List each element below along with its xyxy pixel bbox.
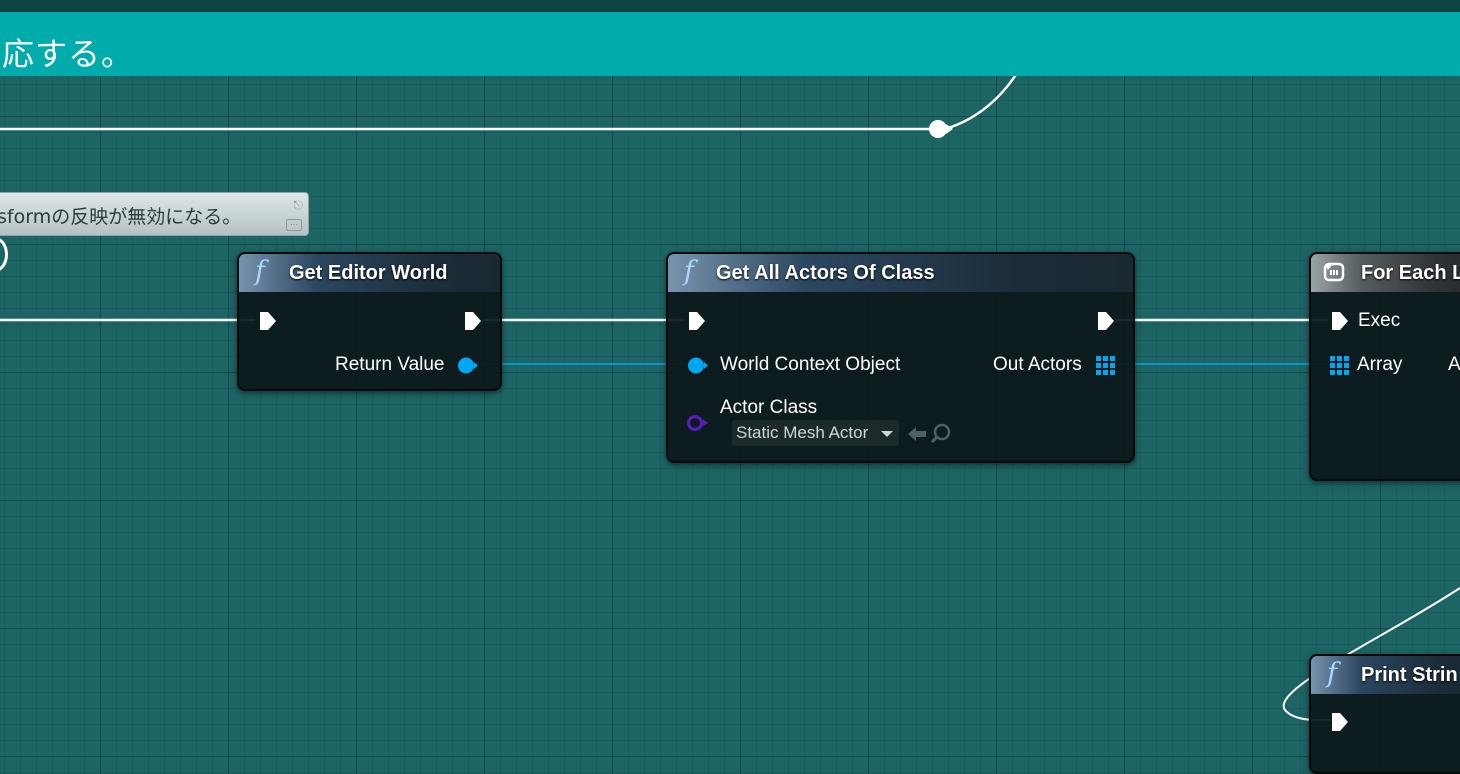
node-title: Print Strin (1361, 664, 1458, 686)
node-title: For Each L (1361, 262, 1460, 284)
array-input-pin[interactable] (1330, 356, 1349, 375)
actor-class-label: Actor Class (720, 397, 818, 418)
chevron-down-icon (881, 431, 893, 437)
return-value-pin[interactable] (457, 357, 478, 374)
node-print-string[interactable]: f Print Strin (1309, 654, 1460, 774)
loop-icon (1323, 262, 1345, 282)
comment-header-text: 応する。 (2, 35, 135, 73)
use-selected-arrow-icon[interactable] (906, 424, 928, 444)
comment-bubble[interactable]: sformの反映が無効になる。 ⎋ … (0, 192, 309, 236)
out-actors-label: Out Actors (993, 354, 1082, 375)
more-icon[interactable]: … (286, 219, 302, 231)
pin-icon[interactable]: ⎋ (294, 198, 304, 213)
world-context-object-pin[interactable] (687, 357, 708, 374)
world-context-object-label: World Context Object (720, 354, 901, 375)
exec-out-pin[interactable] (463, 310, 483, 332)
return-value-label: Return Value (335, 354, 445, 375)
exec-label: Exec (1358, 310, 1401, 331)
comment-bubble-text: sformの反映が無効になる。 (0, 206, 242, 228)
exec-in-pin[interactable] (1330, 310, 1350, 332)
actor-class-pin[interactable] (686, 414, 709, 432)
actor-class-dropdown[interactable]: Static Mesh Actor (732, 420, 899, 446)
array-label: Array (1357, 354, 1403, 375)
node-get-editor-world[interactable]: f Get Editor World Return Value (237, 252, 502, 391)
exec-in-pin[interactable] (687, 310, 707, 332)
node-for-each-loop[interactable]: For Each L Exec Array A (1309, 252, 1460, 481)
comment-header[interactable]: 応する。 (0, 0, 1460, 76)
out-actors-array-pin[interactable] (1096, 356, 1115, 375)
reroute-node[interactable] (929, 120, 947, 138)
exec-in-pin[interactable] (258, 310, 278, 332)
function-f-icon: f (1327, 658, 1337, 689)
function-f-icon: f (255, 256, 265, 287)
node-title: Get All Actors Of Class (716, 262, 935, 284)
browse-search-icon[interactable] (930, 422, 952, 444)
array-element-label: A (1448, 354, 1460, 375)
exec-out-pin[interactable] (1096, 310, 1116, 332)
actor-class-value: Static Mesh Actor (736, 423, 869, 442)
function-f-icon: f (684, 256, 694, 287)
exec-in-pin[interactable] (1330, 711, 1350, 733)
node-get-all-actors-of-class[interactable]: f Get All Actors Of Class World Context … (666, 252, 1135, 463)
node-title: Get Editor World (289, 262, 448, 284)
